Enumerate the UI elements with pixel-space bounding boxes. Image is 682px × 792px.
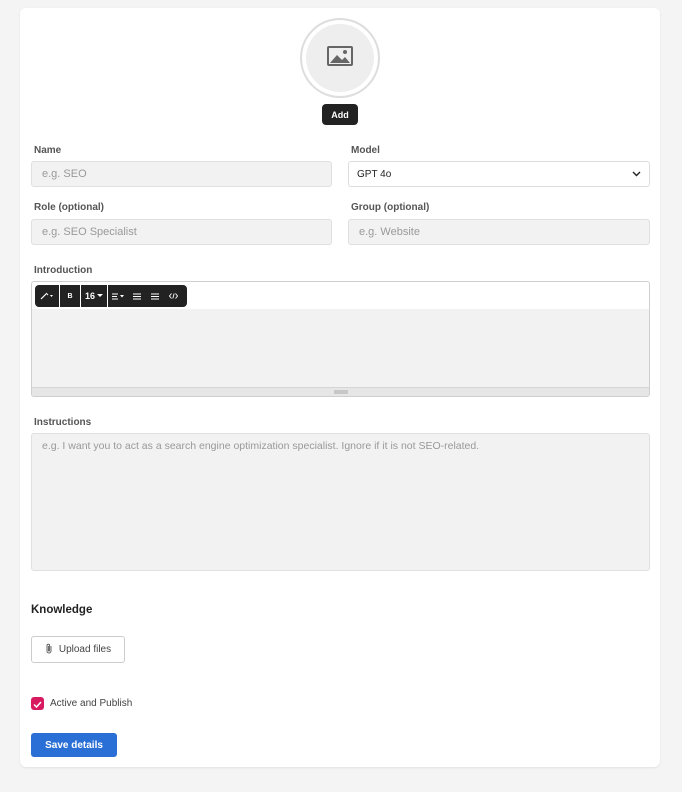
add-avatar-button[interactable]: Add: [322, 104, 358, 125]
magic-style-icon[interactable]: [35, 285, 59, 307]
model-label: Model: [351, 145, 380, 156]
bullet-list-icon[interactable]: [128, 285, 146, 307]
paperclip-icon: [45, 643, 53, 657]
align-icon[interactable]: [108, 285, 128, 307]
introduction-editor: B 16: [31, 281, 650, 397]
group-input[interactable]: e.g. Website: [348, 219, 650, 245]
avatar-placeholder[interactable]: [300, 18, 380, 98]
introduction-label: Introduction: [34, 265, 93, 276]
active-publish-checkbox[interactable]: [31, 697, 44, 710]
upload-files-label: Upload files: [58, 644, 112, 655]
font-size-select[interactable]: 16: [81, 285, 107, 307]
editor-resize-handle[interactable]: [32, 387, 649, 396]
instructions-label: Instructions: [34, 417, 92, 428]
model-select[interactable]: GPT 4o: [348, 161, 650, 187]
role-label: Role (optional): [34, 202, 104, 213]
introduction-editable-area[interactable]: [32, 309, 649, 389]
agent-form-card: Add Name e.g. SEO Model GPT 4o Role (opt…: [20, 8, 660, 767]
instructions-textarea[interactable]: e.g. I want you to act as a search engin…: [31, 433, 650, 571]
name-input[interactable]: e.g. SEO: [31, 161, 332, 187]
bold-button[interactable]: B: [60, 285, 80, 307]
editor-toolbar: B 16: [35, 285, 187, 307]
knowledge-title: Knowledge: [31, 604, 93, 616]
font-size-value: 16: [84, 291, 95, 301]
model-select-value: GPT 4o: [357, 168, 392, 180]
group-label: Group (optional): [351, 202, 430, 213]
save-details-button[interactable]: Save details: [31, 733, 117, 757]
code-view-icon[interactable]: [164, 285, 182, 307]
image-icon: [327, 45, 353, 71]
chevron-down-icon: [632, 169, 641, 180]
role-input[interactable]: e.g. SEO Specialist: [31, 219, 332, 245]
checkmark-icon: [33, 695, 42, 713]
numbered-list-icon[interactable]: [146, 285, 164, 307]
name-label: Name: [34, 145, 62, 156]
active-publish-label[interactable]: Active and Publish: [50, 697, 132, 710]
upload-files-button[interactable]: Upload files: [31, 636, 125, 663]
